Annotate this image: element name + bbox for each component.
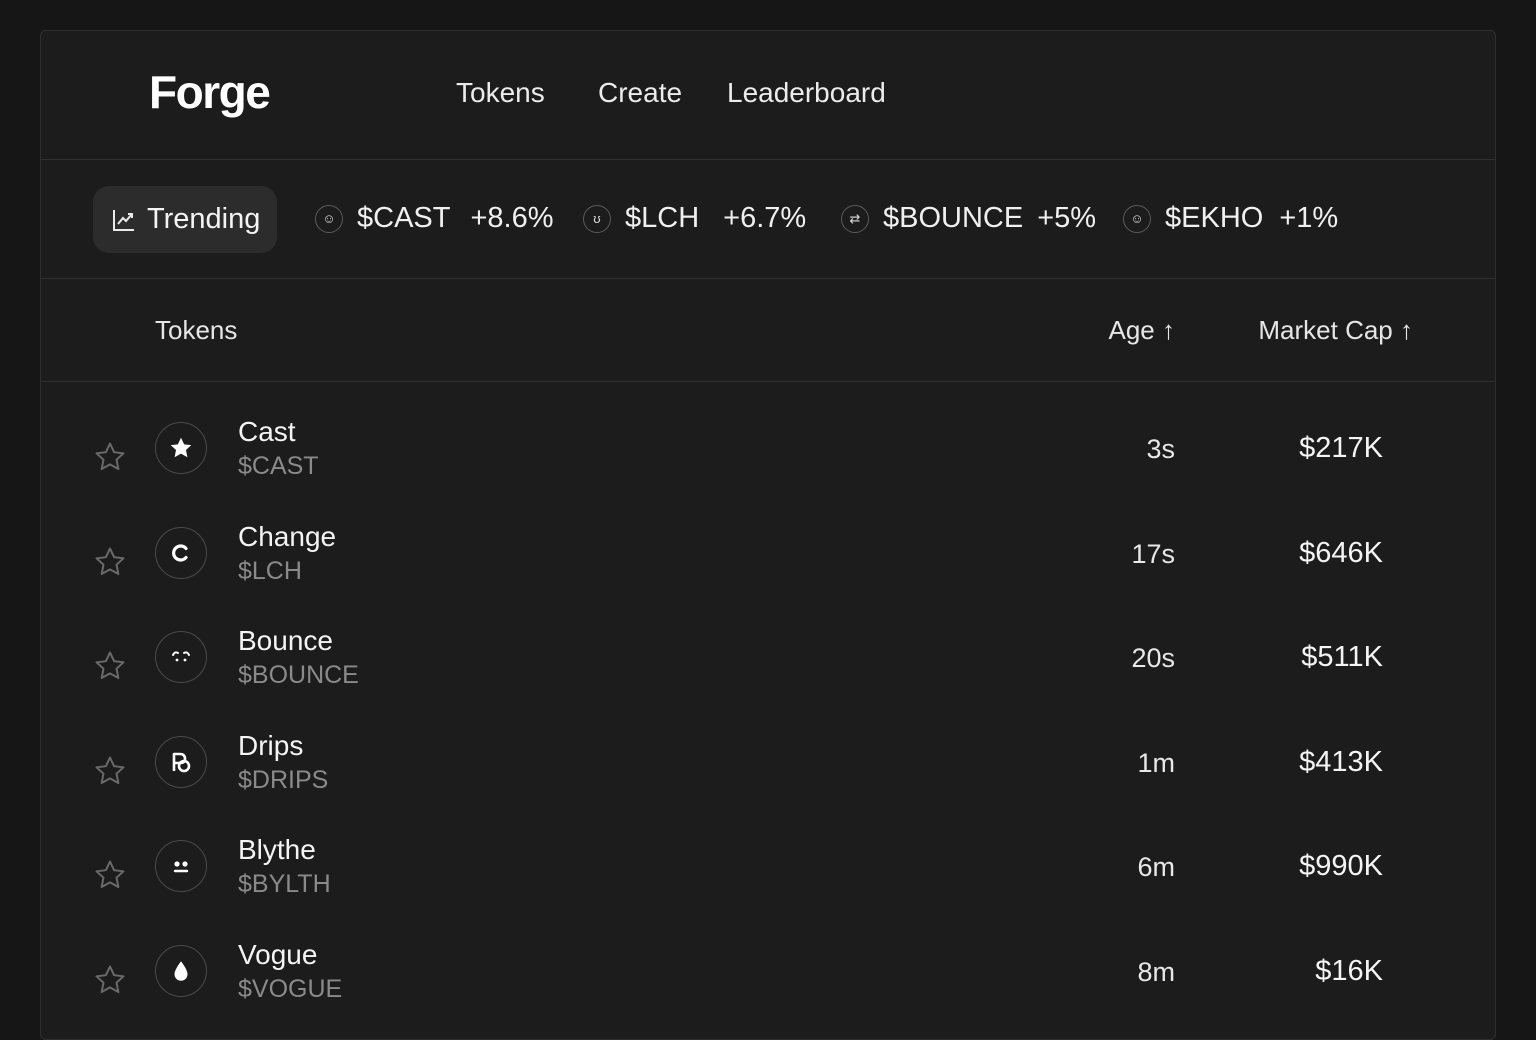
trending-chart-icon	[113, 209, 134, 231]
token-age: 8m	[1137, 957, 1175, 987]
token-market-cap: $646K	[1299, 537, 1383, 569]
trending-item-lch[interactable]: ʊ $LCH +6.7%	[583, 202, 806, 235]
table-row[interactable]: Cast $CAST 3s $217K	[41, 412, 1495, 516]
token-age: 20s	[1131, 643, 1175, 673]
table-row[interactable]: Drips $DRIPS 1m $413K	[41, 726, 1495, 830]
column-tokens: Tokens	[155, 315, 238, 345]
table-row[interactable]: Bounce $BOUNCE 20s $511K	[41, 621, 1495, 725]
nav-leaderboard[interactable]: Leaderboard	[727, 77, 886, 109]
star-icon	[155, 422, 207, 474]
table-row[interactable]: Change $LCH 17s $646K	[41, 517, 1495, 621]
table-header: Tokens Age ↑ Market Cap ↑	[41, 279, 1495, 382]
token-market-cap: $511K	[1301, 641, 1383, 673]
token-name[interactable]: Vogue	[238, 939, 317, 971]
token-symbol: $CAST	[238, 452, 319, 480]
token-age: 1m	[1137, 748, 1175, 778]
nav-tokens[interactable]: Tokens	[456, 77, 545, 109]
trending-change: +6.7%	[723, 202, 807, 234]
bounce-token-icon: ⇄	[841, 204, 869, 233]
top-header: Forge Tokens Create Leaderboard	[41, 31, 1495, 160]
token-name[interactable]: Bounce	[238, 625, 333, 657]
favorite-star-icon[interactable]	[93, 858, 127, 892]
favorite-star-icon[interactable]	[93, 754, 127, 788]
column-age-sort[interactable]: Age ↑	[1109, 315, 1176, 346]
token-market-cap: $413K	[1299, 746, 1383, 778]
ekho-token-icon: ☺	[1123, 204, 1151, 233]
token-name[interactable]: Drips	[238, 730, 303, 762]
token-age: 17s	[1131, 539, 1175, 569]
app-window: Forge Tokens Create Leaderboard Trending…	[40, 30, 1496, 1040]
trending-bar: Trending ☺ $CAST +8.6% ʊ $LCH +6.7% ⇄ $B…	[41, 160, 1495, 279]
table-row[interactable]: Blythe $BYLTH 6m $990K	[41, 830, 1495, 934]
drips-logo-icon	[155, 736, 207, 788]
token-symbol: $VOGUE	[238, 975, 343, 1003]
favorite-star-icon[interactable]	[93, 440, 127, 474]
bounce-face-icon	[155, 631, 207, 683]
trending-item-bounce[interactable]: ⇄ $BOUNCE +5%	[841, 202, 1096, 235]
app-logo[interactable]: Forge	[149, 65, 271, 119]
token-name[interactable]: Change	[238, 521, 336, 553]
trending-item-ekho[interactable]: ☺ $EKHO +1%	[1123, 202, 1338, 235]
favorite-star-icon[interactable]	[93, 963, 127, 997]
trending-symbol: $EKHO	[1165, 202, 1264, 234]
token-symbol: $BOUNCE	[238, 661, 359, 689]
column-market-cap-sort[interactable]: Market Cap ↑	[1258, 315, 1413, 346]
trending-change: +5%	[1037, 202, 1097, 234]
trending-item-cast[interactable]: ☺ $CAST +8.6%	[315, 202, 554, 235]
droplet-icon	[155, 945, 207, 997]
nav-create[interactable]: Create	[598, 77, 682, 109]
token-market-cap: $16K	[1315, 955, 1383, 987]
token-symbol: $LCH	[238, 557, 302, 585]
token-name[interactable]: Blythe	[238, 834, 316, 866]
token-market-cap: $990K	[1299, 850, 1383, 882]
trending-symbol: $LCH	[625, 202, 700, 234]
token-symbol: $DRIPS	[238, 766, 329, 794]
trending-symbol: $CAST	[357, 202, 451, 234]
trending-change: +8.6%	[470, 202, 554, 234]
cast-token-icon: ☺	[315, 204, 343, 233]
trending-change: +1%	[1279, 202, 1339, 234]
token-age: 3s	[1146, 434, 1175, 464]
favorite-star-icon[interactable]	[93, 649, 127, 683]
lch-token-icon: ʊ	[583, 204, 611, 233]
token-name[interactable]: Cast	[238, 416, 296, 448]
token-market-cap: $217K	[1299, 432, 1383, 464]
trending-button[interactable]: Trending	[93, 186, 277, 253]
table-row[interactable]: Vogue $VOGUE 8m $16K	[41, 935, 1495, 1039]
token-age: 6m	[1137, 852, 1175, 882]
c-letter-icon	[155, 527, 207, 579]
favorite-star-icon[interactable]	[93, 545, 127, 579]
trending-symbol: $BOUNCE	[883, 202, 1024, 234]
trending-label: Trending	[147, 203, 261, 235]
robot-face-icon	[155, 840, 207, 892]
token-symbol: $BYLTH	[238, 870, 331, 898]
